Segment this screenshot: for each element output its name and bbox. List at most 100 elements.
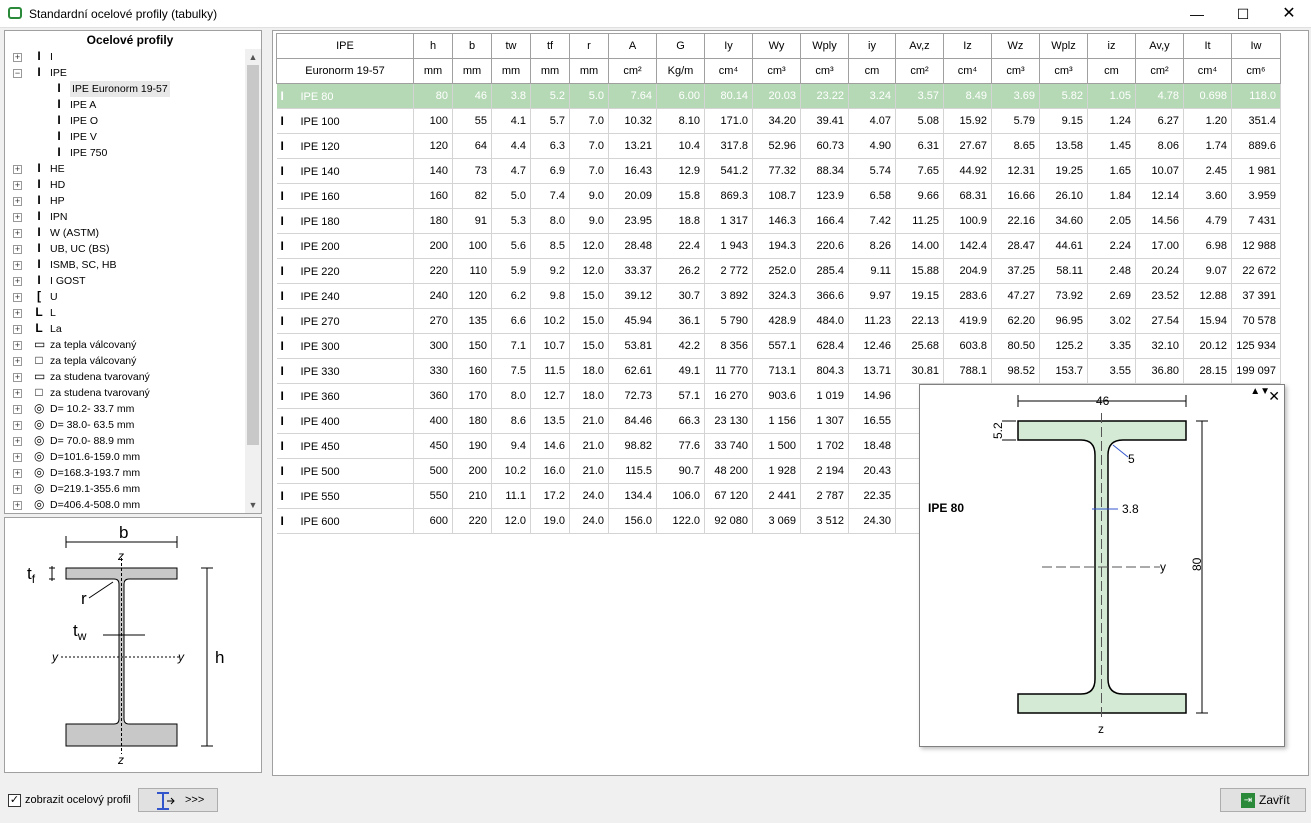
table-cell[interactable]: 11.25: [895, 208, 944, 234]
table-cell[interactable]: 283.6: [943, 283, 992, 309]
column-header[interactable]: Iy: [704, 33, 753, 59]
profile-name-cell[interactable]: I IPE 550: [276, 483, 414, 509]
table-cell[interactable]: 32.10: [1135, 333, 1184, 359]
table-cell[interactable]: 5.2: [530, 83, 570, 109]
table-cell[interactable]: 4.07: [848, 108, 896, 134]
table-cell[interactable]: 7.65: [895, 158, 944, 184]
table-cell[interactable]: 1 317: [704, 208, 753, 234]
table-cell[interactable]: 5.7: [530, 108, 570, 134]
scroll-up-icon[interactable]: ▲: [245, 49, 261, 65]
table-row[interactable]: I IPE 160 160 82 5.0 7.4 9.0 20.09 15.8 869.3 108.…: [276, 183, 1281, 209]
table-cell[interactable]: 142.4: [943, 233, 992, 259]
expand-icon[interactable]: +: [13, 469, 22, 478]
table-cell[interactable]: 13.58: [1039, 133, 1088, 159]
table-cell[interactable]: 10.2: [530, 308, 570, 334]
scroll-down-icon[interactable]: ▼: [245, 497, 261, 513]
table-cell[interactable]: 3.57: [895, 83, 944, 109]
column-header[interactable]: G: [656, 33, 705, 59]
table-cell[interactable]: 42.2: [656, 333, 705, 359]
table-cell[interactable]: 220: [413, 258, 453, 284]
show-profile-checkbox[interactable]: ✓: [8, 794, 21, 807]
table-cell[interactable]: 6.58: [848, 183, 896, 209]
table-cell[interactable]: 70 578: [1231, 308, 1281, 334]
table-cell[interactable]: 23.52: [1135, 283, 1184, 309]
table-cell[interactable]: 11.5: [530, 358, 570, 384]
tree-item[interactable]: + ◎ D= 70.0- 88.9 mm: [5, 433, 245, 449]
table-cell[interactable]: 153.7: [1039, 358, 1088, 384]
table-cell[interactable]: 47.27: [991, 283, 1040, 309]
table-cell[interactable]: 80: [413, 83, 453, 109]
table-cell[interactable]: 44.61: [1039, 233, 1088, 259]
table-cell[interactable]: 100.9: [943, 208, 992, 234]
table-cell[interactable]: 252.0: [752, 258, 801, 284]
table-cell[interactable]: 9.0: [569, 183, 609, 209]
scroll-thumb[interactable]: [247, 65, 259, 445]
table-cell[interactable]: 18.0: [569, 383, 609, 409]
column-header[interactable]: Iw: [1231, 33, 1281, 59]
table-cell[interactable]: 15.94: [1183, 308, 1232, 334]
table-cell[interactable]: 7.0: [569, 133, 609, 159]
table-cell[interactable]: 12.46: [848, 333, 896, 359]
tree-item[interactable]: + ◎ D=219.1-355.6 mm: [5, 481, 245, 497]
table-cell[interactable]: 2.69: [1087, 283, 1136, 309]
table-cell[interactable]: 45.94: [608, 308, 657, 334]
tree-item[interactable]: + I I GOST: [5, 273, 245, 289]
table-cell[interactable]: 22.13: [895, 308, 944, 334]
table-cell[interactable]: 14.56: [1135, 208, 1184, 234]
tree-item[interactable]: I IPE Euronorm 19-57: [5, 81, 245, 97]
table-cell[interactable]: 30.81: [895, 358, 944, 384]
table-cell[interactable]: 1.74: [1183, 133, 1232, 159]
table-cell[interactable]: 9.0: [569, 208, 609, 234]
table-cell[interactable]: 12.9: [656, 158, 705, 184]
expand-icon[interactable]: +: [13, 277, 22, 286]
table-cell[interactable]: 134.4: [608, 483, 657, 509]
table-cell[interactable]: 541.2: [704, 158, 753, 184]
table-cell[interactable]: 170: [452, 383, 492, 409]
table-cell[interactable]: 18.0: [569, 358, 609, 384]
table-cell[interactable]: 20.12: [1183, 333, 1232, 359]
expand-icon[interactable]: +: [13, 165, 22, 174]
table-cell[interactable]: 66.3: [656, 408, 705, 434]
table-cell[interactable]: 16.0: [530, 458, 570, 484]
table-cell[interactable]: 88.34: [800, 158, 849, 184]
table-cell[interactable]: 5.82: [1039, 83, 1088, 109]
table-cell[interactable]: 1 156: [752, 408, 801, 434]
table-cell[interactable]: 240: [413, 283, 453, 309]
table-cell[interactable]: 200: [452, 458, 492, 484]
tree-item[interactable]: I IPE 750: [5, 145, 245, 161]
expand-icon[interactable]: +: [13, 373, 22, 382]
table-cell[interactable]: 57.1: [656, 383, 705, 409]
table-cell[interactable]: 7.42: [848, 208, 896, 234]
table-cell[interactable]: 23 130: [704, 408, 753, 434]
column-header[interactable]: iy: [848, 33, 896, 59]
tree-item[interactable]: + [U: [5, 289, 245, 305]
expand-icon[interactable]: +: [13, 501, 22, 510]
table-cell[interactable]: 10.4: [656, 133, 705, 159]
table-cell[interactable]: 10.7: [530, 333, 570, 359]
table-cell[interactable]: 15.92: [943, 108, 992, 134]
table-cell[interactable]: 3.959: [1231, 183, 1281, 209]
table-cell[interactable]: 190: [452, 433, 492, 459]
table-cell[interactable]: 5 790: [704, 308, 753, 334]
table-cell[interactable]: 64: [452, 133, 492, 159]
table-cell[interactable]: 90.7: [656, 458, 705, 484]
table-cell[interactable]: 36.80: [1135, 358, 1184, 384]
table-cell[interactable]: 8.6: [491, 408, 531, 434]
table-cell[interactable]: 44.92: [943, 158, 992, 184]
table-cell[interactable]: 18.8: [656, 208, 705, 234]
table-cell[interactable]: 5.74: [848, 158, 896, 184]
table-cell[interactable]: 17.00: [1135, 233, 1184, 259]
table-cell[interactable]: 92 080: [704, 508, 753, 534]
tree-item[interactable]: + I W (ASTM): [5, 225, 245, 241]
table-cell[interactable]: 9.2: [530, 258, 570, 284]
collapse-icon[interactable]: −: [13, 69, 22, 78]
table-cell[interactable]: 15.8: [656, 183, 705, 209]
table-cell[interactable]: 16.43: [608, 158, 657, 184]
table-cell[interactable]: 8.06: [1135, 133, 1184, 159]
table-cell[interactable]: 3.02: [1087, 308, 1136, 334]
table-cell[interactable]: 108.7: [752, 183, 801, 209]
table-cell[interactable]: 869.3: [704, 183, 753, 209]
table-cell[interactable]: 171.0: [704, 108, 753, 134]
expand-icon[interactable]: +: [13, 197, 22, 206]
table-cell[interactable]: 34.60: [1039, 208, 1088, 234]
